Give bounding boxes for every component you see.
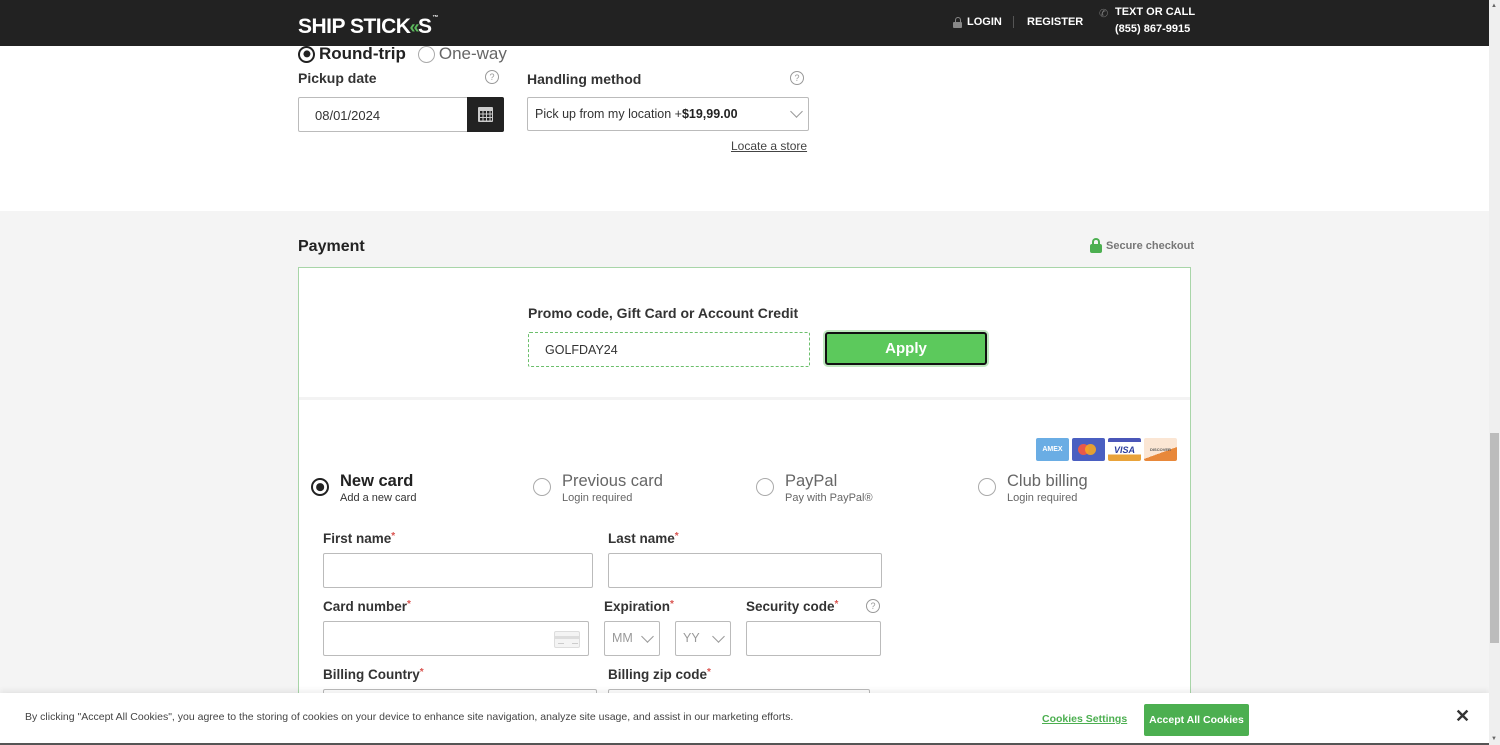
paypal-radio[interactable] <box>756 478 774 496</box>
scroll-up-icon[interactable]: ▲ <box>1491 3 1497 9</box>
expiration-year-select[interactable]: YY <box>675 621 731 656</box>
lock-icon <box>953 16 962 28</box>
expiration-month-select[interactable]: MM <box>604 621 660 656</box>
login-link[interactable]: LOGIN <box>953 16 1002 28</box>
first-name-label: First name* <box>323 531 396 546</box>
previous-card-radio[interactable] <box>533 478 551 496</box>
ship-sticks-logo[interactable]: SHIP STICK«S™ <box>298 15 438 39</box>
mastercard-icon <box>1072 438 1105 461</box>
page-scrollbar[interactable]: ▲ ▼ <box>1489 0 1500 745</box>
calendar-button[interactable] <box>467 97 504 132</box>
promo-code-label: Promo code, Gift Card or Account Credit <box>528 305 799 321</box>
accept-all-cookies-button[interactable]: Accept All Cookies <box>1144 704 1249 736</box>
pickup-date-value: 08/01/2024 <box>315 108 381 123</box>
one-way-label[interactable]: One-way <box>439 44 507 64</box>
apply-promo-button[interactable]: Apply <box>825 332 987 365</box>
calendar-icon <box>478 107 493 122</box>
cookies-settings-link[interactable]: Cookies Settings <box>1042 713 1127 725</box>
promo-code-value: GOLFDAY24 <box>545 343 618 357</box>
register-link[interactable]: REGISTER <box>1027 16 1083 28</box>
expiration-label: Expiration* <box>604 599 674 614</box>
scrollbar-thumb[interactable] <box>1490 433 1499 643</box>
pickup-help-icon[interactable]: ? <box>485 70 499 84</box>
amex-icon: AMEX <box>1036 438 1069 461</box>
handling-method-select[interactable]: Pick up from my location +$19,99.00 <box>527 97 809 131</box>
one-way-radio[interactable] <box>417 45 435 63</box>
scroll-down-icon[interactable]: ▼ <box>1491 736 1497 742</box>
billing-country-label: Billing Country* <box>323 667 424 682</box>
contact-label: TEXT OR CALL <box>1115 6 1196 18</box>
billing-zip-label: Billing zip code* <box>608 667 711 682</box>
payment-panel: Promo code, Gift Card or Account Credit … <box>298 267 1191 745</box>
close-icon[interactable]: ✕ <box>1455 706 1470 727</box>
first-name-input[interactable] <box>323 553 593 588</box>
chevron-down-icon <box>641 630 654 643</box>
accepted-cards: AMEX VISA DISCOVER <box>1036 438 1177 461</box>
phone-number-link[interactable]: (855) 867-9915 <box>1115 23 1190 35</box>
card-number-label: Card number* <box>323 599 411 614</box>
phone-icon: ✆ <box>1099 8 1109 20</box>
handling-help-icon[interactable]: ? <box>790 71 804 85</box>
cookie-banner: By clicking "Accept All Cookies", you ag… <box>0 693 1489 745</box>
handling-method-value: Pick up from my location +$19,99.00 <box>535 107 738 121</box>
pickup-date-label: Pickup date <box>298 70 377 86</box>
cookie-banner-text: By clicking "Accept All Cookies", you ag… <box>25 711 794 723</box>
handling-method-label: Handling method <box>527 71 642 87</box>
chevron-down-icon <box>790 105 803 118</box>
security-code-help-icon[interactable]: ? <box>866 599 880 613</box>
locate-store-link[interactable]: Locate a store <box>731 139 807 153</box>
security-code-label: Security code* <box>746 599 839 614</box>
secure-checkout-badge: Secure checkout <box>1090 238 1194 253</box>
site-header: SHIP STICK«S™ LOGIN REGISTER ✆ TEXT OR C… <box>0 0 1489 46</box>
round-trip-radio[interactable] <box>298 45 315 63</box>
promo-code-input[interactable]: GOLFDAY24 <box>528 332 810 367</box>
last-name-label: Last name* <box>608 531 679 546</box>
pickup-date-input[interactable]: 08/01/2024 <box>298 97 504 132</box>
lock-icon <box>1090 238 1102 253</box>
payment-title: Payment <box>298 238 365 255</box>
club-billing-radio[interactable] <box>978 478 996 496</box>
chevron-down-icon <box>712 630 725 643</box>
discover-icon: DISCOVER <box>1144 438 1177 461</box>
credit-card-icon <box>554 631 580 648</box>
round-trip-label[interactable]: Round-trip <box>319 44 406 64</box>
header-divider <box>1013 16 1014 28</box>
last-name-input[interactable] <box>608 553 882 588</box>
new-card-radio[interactable] <box>311 478 329 496</box>
visa-icon: VISA <box>1108 438 1141 461</box>
trip-type-group: Round-trip One-way <box>298 44 507 64</box>
card-number-input[interactable] <box>323 621 589 656</box>
security-code-input[interactable] <box>746 621 881 656</box>
promo-divider <box>299 397 1190 400</box>
